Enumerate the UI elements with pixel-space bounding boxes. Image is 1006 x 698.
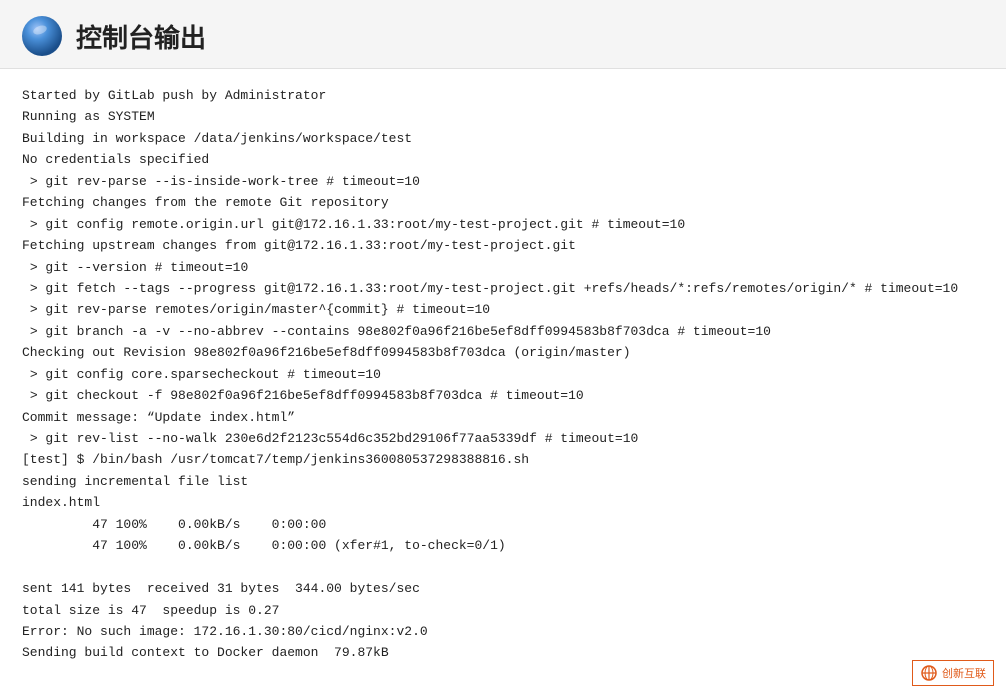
console-header: 控制台输出	[0, 0, 1006, 69]
console-ball-icon	[20, 14, 64, 58]
console-output: Started by GitLab push by Administrator …	[0, 69, 1006, 680]
watermark: 创新互联	[912, 660, 994, 686]
watermark-icon	[920, 664, 938, 682]
page-title: 控制台输出	[76, 18, 206, 55]
page-container: 控制台输出 Started by GitLab push by Administ…	[0, 0, 1006, 680]
watermark-box: 创新互联	[912, 660, 994, 686]
watermark-text: 创新互联	[942, 665, 986, 681]
